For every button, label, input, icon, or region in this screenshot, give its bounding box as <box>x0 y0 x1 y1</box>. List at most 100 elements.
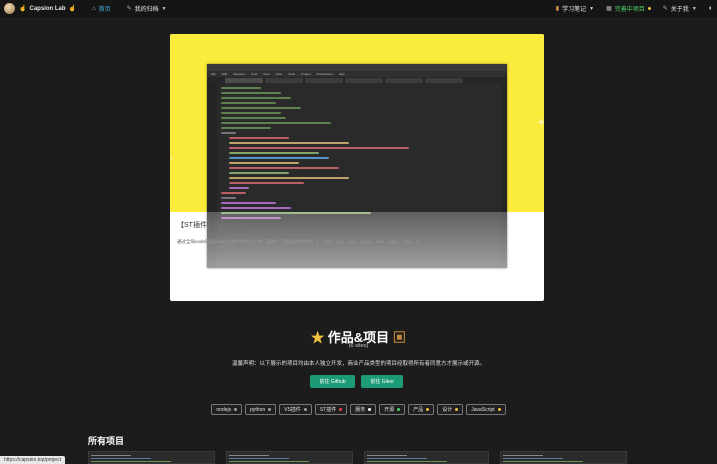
code-line <box>221 197 236 199</box>
thumb-stripe <box>229 455 269 456</box>
github-button[interactable]: 前往 Github <box>310 375 355 388</box>
code-line <box>221 122 331 124</box>
project-card-1[interactable] <box>88 451 215 464</box>
tag-chip[interactable]: nodejs <box>211 404 243 415</box>
tag-dot-icon <box>368 408 372 411</box>
tag-dot-icon <box>234 408 238 411</box>
building-icon: ▦ <box>606 6 612 12</box>
tag-label: 产品 <box>413 407 424 413</box>
editor-menu-item: Tools <box>288 72 296 76</box>
hand-emoji-icon-2: ☝ <box>68 6 76 12</box>
tag-dot-icon <box>303 408 307 411</box>
nav-item-home-label: 首页 <box>98 7 111 13</box>
tag-label: 开源 <box>384 407 395 413</box>
code-line <box>229 182 304 184</box>
brand-link[interactable]: ☝ Capsion Lab ☝ <box>19 5 76 13</box>
tag-label: 设计 <box>442 407 453 413</box>
chevron-down-icon: ▼ <box>161 5 167 12</box>
editor-menu-item: File <box>211 72 216 76</box>
tag-chip[interactable]: 服务 <box>350 404 377 415</box>
editor-menu-item: Find <box>251 72 258 76</box>
tag-chip[interactable]: 开源 <box>379 404 406 415</box>
editor-menu-item: Project <box>301 72 311 76</box>
thumb-stripe <box>367 458 427 459</box>
editor-menu-item: Help <box>338 72 345 76</box>
code-line <box>229 147 409 149</box>
status-dot <box>647 7 651 10</box>
book-icon: ▮ <box>555 6 560 12</box>
editor-menu-item: View <box>263 72 270 76</box>
top-navbar: ☝ Capsion Lab ☝ ⌂ 首页 ✎ 我的归档 ▼ ▮ 学习笔记 ▼ ▦… <box>0 0 717 17</box>
wand-icon: ✎ <box>662 6 668 12</box>
theme-toggle-icon[interactable]: ◐ <box>709 5 713 12</box>
tag-chip[interactable]: JavaScript <box>466 404 506 415</box>
all-projects-title: 所有项目 <box>88 436 125 446</box>
hand-emoji-icon: ☝ <box>19 6 27 12</box>
tag-label: ST插件 <box>319 407 337 413</box>
github-button-label: 前往 Github <box>319 379 346 385</box>
code-line <box>229 152 319 154</box>
nav-right: ▮ 学习笔记 ▼ ▦ 完善中项目 ✎ 关于我 ▼ ◐ <box>556 0 713 17</box>
code-line <box>221 112 281 114</box>
thumb-stripe <box>229 458 289 459</box>
code-line <box>229 172 289 174</box>
thumb-stripe <box>91 461 171 462</box>
thumb-stripe <box>229 461 309 462</box>
tag-chip[interactable]: 设计 <box>437 404 464 415</box>
hero-carousel[interactable]: File Edit Selection Find View Goto Tools… <box>170 34 544 301</box>
code-line <box>229 157 329 159</box>
nav-item-notes[interactable]: ▮ 学习笔记 ▼ <box>555 4 594 14</box>
code-line <box>221 97 291 99</box>
code-line <box>229 162 299 164</box>
nav-item-about[interactable]: ✎ 关于我 ▼ <box>662 4 697 14</box>
tag-label: python <box>250 406 266 413</box>
code-line <box>221 202 276 204</box>
nav-item-archive-label: 我的归档 <box>134 7 159 13</box>
thumb-stripe <box>91 458 151 459</box>
editor-menu-item: Preferences <box>316 72 333 76</box>
projects-count: (6 sites) <box>348 343 369 349</box>
chevron-down-icon: ▼ <box>691 5 697 12</box>
tag-chip[interactable]: ST插件 <box>314 404 348 415</box>
thumb-stripe <box>503 461 583 462</box>
thumb-stripe <box>91 455 131 456</box>
code-line <box>221 87 261 89</box>
tag-dot-icon <box>268 408 272 411</box>
code-line <box>221 107 301 109</box>
code-line <box>229 167 339 169</box>
code-line <box>229 142 349 144</box>
code-line <box>229 137 289 139</box>
tag-dot-icon <box>497 408 501 411</box>
project-card-4[interactable] <box>500 451 627 464</box>
editor-titlebar <box>207 64 507 71</box>
code-line <box>221 102 276 104</box>
tag-label: 服务 <box>355 407 366 413</box>
project-card-3[interactable] <box>364 451 489 464</box>
nav-item-wip-projects[interactable]: ▦ 完善中项目 <box>606 4 651 13</box>
caption-overlay <box>207 212 507 268</box>
carousel-prev-icon[interactable]: ‹ <box>170 152 180 170</box>
wand-icon: ✎ <box>126 6 132 12</box>
project-card-2[interactable] <box>226 451 353 464</box>
tag-dot-icon <box>455 408 459 411</box>
thumb-stripe <box>367 461 447 462</box>
tag-dot-icon <box>426 408 430 411</box>
avatar[interactable] <box>4 3 15 14</box>
nav-item-archive[interactable]: ✎ 我的归档 ▼ <box>126 4 167 14</box>
nav-item-about-label: 关于我 <box>670 7 689 13</box>
editor-menu-item: Goto <box>275 72 283 76</box>
nav-item-home[interactable]: ⌂ 首页 <box>92 4 111 14</box>
code-line <box>221 92 281 94</box>
tag-chip[interactable]: python <box>245 404 277 415</box>
tag-chip[interactable]: VS插件 <box>279 404 312 415</box>
tag-label: JavaScript <box>471 406 495 413</box>
nav-left: ☝ Capsion Lab ☝ ⌂ 首页 ✎ 我的归档 ▼ <box>0 3 167 14</box>
tag-filter-bar: nodejs python VS插件 ST插件 服务 开源 产品 设计 JavaScript <box>0 404 717 415</box>
editor-menu-item: Selection <box>233 72 246 76</box>
code-line <box>221 207 291 209</box>
gitee-button[interactable]: 前往 Gitee <box>361 375 403 388</box>
editor-menu-item: Edit <box>221 72 228 76</box>
code-line <box>221 192 246 194</box>
tag-chip[interactable]: 产品 <box>408 404 435 415</box>
cursor-icon: ✛ <box>538 118 544 127</box>
